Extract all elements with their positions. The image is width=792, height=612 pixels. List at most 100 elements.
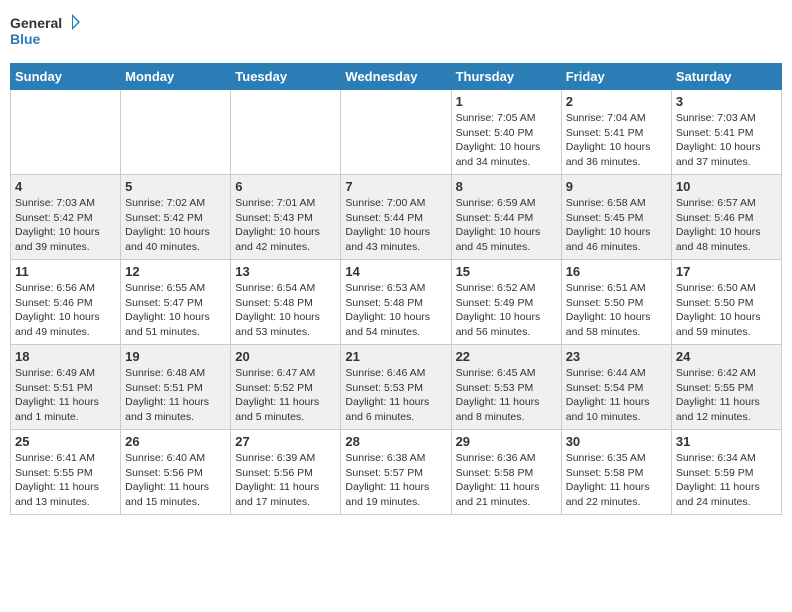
day-number: 20 xyxy=(235,349,336,364)
day-number: 17 xyxy=(676,264,777,279)
calendar-cell: 21 Sunrise: 6:46 AM Sunset: 5:53 PM Dayli… xyxy=(341,345,451,430)
calendar-cell: 22Sunrise: 6:45 AM Sunset: 5:53 PM Dayli… xyxy=(451,345,561,430)
column-header-wednesday: Wednesday xyxy=(341,64,451,90)
calendar-week-3: 11 Sunrise: 6:56 AM Sunset: 5:46 PM Dayli… xyxy=(11,260,782,345)
calendar-cell: 3 Sunrise: 7:03 AM Sunset: 5:41 PM Daylig… xyxy=(671,90,781,175)
calendar-cell: 4 Sunrise: 7:03 AM Sunset: 5:42 PM Daylig… xyxy=(11,175,121,260)
calendar-cell: 7 Sunrise: 7:00 AM Sunset: 5:44 PM Daylig… xyxy=(341,175,451,260)
calendar-week-2: 4 Sunrise: 7:03 AM Sunset: 5:42 PM Daylig… xyxy=(11,175,782,260)
calendar-cell: 10 Sunrise: 6:57 AM Sunset: 5:46 PM Dayli… xyxy=(671,175,781,260)
day-number: 3 xyxy=(676,94,777,109)
day-info: Sunrise: 6:40 AM Sunset: 5:56 PM Dayligh… xyxy=(125,451,226,510)
day-info: Sunrise: 6:41 AM Sunset: 5:55 PM Dayligh… xyxy=(15,451,116,510)
day-number: 4 xyxy=(15,179,116,194)
day-number: 16 xyxy=(566,264,667,279)
day-info: Sunrise: 7:00 AM Sunset: 5:44 PM Dayligh… xyxy=(345,196,446,255)
calendar-cell: 9 Sunrise: 6:58 AM Sunset: 5:45 PM Daylig… xyxy=(561,175,671,260)
day-info: Sunrise: 6:34 AM Sunset: 5:59 PM Dayligh… xyxy=(676,451,777,510)
calendar-cell: 6 Sunrise: 7:01 AM Sunset: 5:43 PM Daylig… xyxy=(231,175,341,260)
calendar-cell: 29 Sunrise: 6:36 AM Sunset: 5:58 PM Dayli… xyxy=(451,430,561,515)
day-number: 31 xyxy=(676,434,777,449)
day-info: Sunrise: 6:54 AM Sunset: 5:48 PM Dayligh… xyxy=(235,281,336,340)
day-number: 11 xyxy=(15,264,116,279)
calendar-cell: 18Sunrise: 6:49 AM Sunset: 5:51 PM Dayli… xyxy=(11,345,121,430)
day-info: Sunrise: 7:01 AM Sunset: 5:43 PM Dayligh… xyxy=(235,196,336,255)
page-header: General Blue xyxy=(10,10,782,55)
column-header-friday: Friday xyxy=(561,64,671,90)
column-header-saturday: Saturday xyxy=(671,64,781,90)
calendar-cell: 11 Sunrise: 6:56 AM Sunset: 5:46 PM Dayli… xyxy=(11,260,121,345)
calendar-cell: 15 Sunrise: 6:52 AM Sunset: 5:49 PM Dayli… xyxy=(451,260,561,345)
calendar-cell: 25 Sunrise: 6:41 AM Sunset: 5:55 PM Dayli… xyxy=(11,430,121,515)
calendar-cell xyxy=(231,90,341,175)
day-info: Sunrise: 7:05 AM Sunset: 5:40 PM Dayligh… xyxy=(456,111,557,170)
day-number: 27 xyxy=(235,434,336,449)
column-header-thursday: Thursday xyxy=(451,64,561,90)
day-number: 26 xyxy=(125,434,226,449)
calendar-table: SundayMondayTuesdayWednesdayThursdayFrid… xyxy=(10,63,782,515)
day-info: Sunrise: 7:03 AM Sunset: 5:41 PM Dayligh… xyxy=(676,111,777,170)
calendar-cell xyxy=(341,90,451,175)
day-info: Sunrise: 6:53 AM Sunset: 5:48 PM Dayligh… xyxy=(345,281,446,340)
day-info: Sunrise: 6:56 AM Sunset: 5:46 PM Dayligh… xyxy=(15,281,116,340)
column-header-sunday: Sunday xyxy=(11,64,121,90)
calendar-cell: 19 Sunrise: 6:48 AM Sunset: 5:51 PM Dayli… xyxy=(121,345,231,430)
day-info: Sunrise: 6:51 AM Sunset: 5:50 PM Dayligh… xyxy=(566,281,667,340)
day-info: Sunrise: 6:58 AM Sunset: 5:45 PM Dayligh… xyxy=(566,196,667,255)
day-number: 8 xyxy=(456,179,557,194)
day-number: 12 xyxy=(125,264,226,279)
day-info: Sunrise: 7:02 AM Sunset: 5:42 PM Dayligh… xyxy=(125,196,226,255)
day-number: 25 xyxy=(15,434,116,449)
day-info: Sunrise: 6:42 AM Sunset: 5:55 PM Dayligh… xyxy=(676,366,777,425)
calendar-cell: 14 Sunrise: 6:53 AM Sunset: 5:48 PM Dayli… xyxy=(341,260,451,345)
day-number: 23 xyxy=(566,349,667,364)
calendar-cell: 31 Sunrise: 6:34 AM Sunset: 5:59 PM Dayli… xyxy=(671,430,781,515)
calendar-header-row: SundayMondayTuesdayWednesdayThursdayFrid… xyxy=(11,64,782,90)
day-number: 1 xyxy=(456,94,557,109)
calendar-cell: 28 Sunrise: 6:38 AM Sunset: 5:57 PM Dayli… xyxy=(341,430,451,515)
day-number: 13 xyxy=(235,264,336,279)
day-number: 2 xyxy=(566,94,667,109)
day-number: 30 xyxy=(566,434,667,449)
calendar-cell: 13 Sunrise: 6:54 AM Sunset: 5:48 PM Dayli… xyxy=(231,260,341,345)
column-header-tuesday: Tuesday xyxy=(231,64,341,90)
day-info: Sunrise: 6:50 AM Sunset: 5:50 PM Dayligh… xyxy=(676,281,777,340)
day-info: Sunrise: 6:55 AM Sunset: 5:47 PM Dayligh… xyxy=(125,281,226,340)
day-number: 14 xyxy=(345,264,446,279)
day-number: 24 xyxy=(676,349,777,364)
day-info: Sunrise: 6:38 AM Sunset: 5:57 PM Dayligh… xyxy=(345,451,446,510)
day-number: 15 xyxy=(456,264,557,279)
day-info: Sunrise: 7:04 AM Sunset: 5:41 PM Dayligh… xyxy=(566,111,667,170)
calendar-cell: 17 Sunrise: 6:50 AM Sunset: 5:50 PM Dayli… xyxy=(671,260,781,345)
day-number: 6 xyxy=(235,179,336,194)
day-info: Sunrise: 7:03 AM Sunset: 5:42 PM Dayligh… xyxy=(15,196,116,255)
day-info: Sunrise: 6:57 AM Sunset: 5:46 PM Dayligh… xyxy=(676,196,777,255)
day-info: Sunrise: 6:47 AM Sunset: 5:52 PM Dayligh… xyxy=(235,366,336,425)
day-info: Sunrise: 6:52 AM Sunset: 5:49 PM Dayligh… xyxy=(456,281,557,340)
calendar-cell: 5 Sunrise: 7:02 AM Sunset: 5:42 PM Daylig… xyxy=(121,175,231,260)
day-number: 29 xyxy=(456,434,557,449)
day-number: 21 xyxy=(345,349,446,364)
day-number: 9 xyxy=(566,179,667,194)
calendar-cell xyxy=(121,90,231,175)
calendar-week-4: 18Sunrise: 6:49 AM Sunset: 5:51 PM Dayli… xyxy=(11,345,782,430)
day-info: Sunrise: 6:46 AM Sunset: 5:53 PM Dayligh… xyxy=(345,366,446,425)
day-info: Sunrise: 6:49 AM Sunset: 5:51 PM Dayligh… xyxy=(15,366,116,425)
day-info: Sunrise: 6:36 AM Sunset: 5:58 PM Dayligh… xyxy=(456,451,557,510)
day-info: Sunrise: 6:59 AM Sunset: 5:44 PM Dayligh… xyxy=(456,196,557,255)
calendar-cell: 30Sunrise: 6:35 AM Sunset: 5:58 PM Dayli… xyxy=(561,430,671,515)
calendar-cell: 12 Sunrise: 6:55 AM Sunset: 5:47 PM Dayli… xyxy=(121,260,231,345)
day-info: Sunrise: 6:45 AM Sunset: 5:53 PM Dayligh… xyxy=(456,366,557,425)
logo-svg: General Blue xyxy=(10,10,80,55)
day-info: Sunrise: 6:39 AM Sunset: 5:56 PM Dayligh… xyxy=(235,451,336,510)
day-info: Sunrise: 6:48 AM Sunset: 5:51 PM Dayligh… xyxy=(125,366,226,425)
day-number: 28 xyxy=(345,434,446,449)
calendar-cell: 20 Sunrise: 6:47 AM Sunset: 5:52 PM Dayli… xyxy=(231,345,341,430)
day-number: 19 xyxy=(125,349,226,364)
day-number: 7 xyxy=(345,179,446,194)
calendar-cell: 16 Sunrise: 6:51 AM Sunset: 5:50 PM Dayli… xyxy=(561,260,671,345)
day-number: 5 xyxy=(125,179,226,194)
logo: General Blue xyxy=(10,10,80,55)
calendar-cell: 26 Sunrise: 6:40 AM Sunset: 5:56 PM Dayli… xyxy=(121,430,231,515)
day-number: 10 xyxy=(676,179,777,194)
